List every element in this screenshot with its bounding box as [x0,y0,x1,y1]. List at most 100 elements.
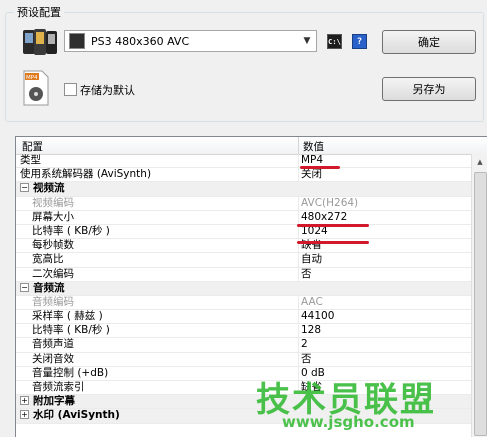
column-separator [298,267,299,282]
property-value[interactable]: 关闭 [301,168,322,181]
preset-select-value: PS3 480x360 AVC [91,34,190,48]
mp4-file-icon: MP4 [23,70,49,106]
column-separator [298,338,299,353]
row-label: 关闭音效 [32,352,74,365]
row-label: 二次编码 [32,267,74,280]
property-value[interactable]: 44100 [301,310,334,323]
column-separator [298,210,299,225]
property-name: 音频流索引 [32,381,85,394]
property-value[interactable]: AVC(H264) [301,197,358,210]
property-value[interactable]: 否 [301,268,312,281]
property-value[interactable]: 128 [301,324,321,337]
grid-property-row[interactable]: 宽高比 自动 [16,253,472,268]
property-value[interactable]: 2 [301,338,308,351]
property-name: 音频编码 [32,296,74,309]
property-name: 宽高比 [32,253,64,266]
grid-group-row[interactable]: − 视频流 [16,182,472,197]
column-separator [298,224,299,239]
ok-button[interactable]: 确定 [382,30,476,54]
grid-property-row[interactable]: 类型 MP4 [16,154,472,169]
group-name: + 水印 (AviSynth) [20,409,120,422]
row-label: 视频流 [33,182,65,195]
column-separator [298,352,299,367]
help-icon[interactable]: ? [352,34,367,49]
col-value-header[interactable]: 数值 [303,139,324,154]
property-name: 二次编码 [32,268,74,281]
property-value[interactable]: AAC [301,296,323,309]
grid-property-row[interactable]: 视频编码 AVC(H264) [16,196,472,211]
device-phones-icon [23,29,57,55]
command-line-icon[interactable]: C:\ [327,34,342,49]
column-separator [298,168,299,183]
property-name: 比特率 ( KB/秒 ) [32,324,110,337]
row-label: 宽高比 [32,253,64,266]
property-name: 类型 [20,154,41,167]
property-name: 音量控制 (+dB) [32,367,108,380]
property-value[interactable]: 否 [301,353,312,366]
row-label: 使用系统解码器 (AviSynth) [20,168,152,181]
property-value[interactable]: 480x272 [301,211,347,224]
row-label: 每秒帧数 [32,239,74,252]
save-as-button[interactable]: 另存为 [382,77,476,101]
row-label: 水印 (AviSynth) [33,409,120,422]
column-separator [298,295,299,310]
group-name: − 音频流 [20,282,65,295]
row-label: 比特率 ( KB/秒 ) [32,324,110,337]
highlight-underline-bitrate [297,241,369,244]
grid-property-row[interactable]: 屏幕大小 480x272 [16,210,472,225]
property-name: 比特率 ( KB/秒 ) [32,225,110,238]
row-label: 视频编码 [32,196,74,209]
column-separator [298,324,299,339]
watermark-url: www.jsgho.com [282,413,415,431]
grid-property-row[interactable]: 音频编码 AAC [16,295,472,311]
scroll-up-icon[interactable]: ▲ [472,154,487,170]
save-default-checkbox[interactable] [64,83,77,96]
property-value[interactable]: 自动 [301,253,322,266]
column-separator [298,154,299,168]
property-name: 采样率 ( 赫兹 ) [32,310,103,323]
column-separator [298,310,299,325]
save-default-label: 存储为默认 [80,84,135,97]
grid-property-row[interactable]: 比特率 ( KB/秒 ) 128 [16,324,472,339]
header-separator [298,137,299,154]
grid-property-row[interactable]: 音频声道 2 [16,338,472,353]
preset-groupbox [5,12,484,122]
row-label: 屏幕大小 [32,210,74,223]
group-name: − 视频流 [20,182,65,195]
preset-select[interactable]: PS3 480x360 AVC ▼ [64,30,317,52]
collapse-icon[interactable]: − [20,183,29,193]
row-label: 音频声道 [32,338,74,351]
scrollbar-thumb[interactable] [474,172,487,436]
vertical-scrollbar[interactable]: ▲ [471,154,487,437]
grid-property-row[interactable]: 二次编码 否 [16,267,472,282]
property-name: 关闭音效 [32,353,74,366]
grid-property-row[interactable]: 使用系统解码器 (AviSynth) 关闭 [16,168,472,183]
svg-text:MP4: MP4 [26,75,38,81]
grid-property-row[interactable]: 比特率 ( KB/秒 ) 1024 [16,224,472,240]
property-name: 视频编码 [32,197,74,210]
property-name: 音频声道 [32,338,74,351]
property-name: 每秒帧数 [32,239,74,252]
column-separator [298,196,299,211]
preset-group-title: 预设配置 [14,4,64,20]
highlight-underline-type [300,166,340,169]
row-label: 音频流索引 [32,381,85,393]
highlight-underline-screen [297,224,369,227]
expand-icon[interactable]: + [20,396,29,406]
chevron-down-icon[interactable]: ▼ [298,31,316,51]
grid-group-row[interactable]: − 音频流 [16,281,472,296]
row-label: 音量控制 (+dB) [32,366,109,379]
row-label: 音频流 [33,281,65,294]
grid-header: 配置 数值 [16,137,487,155]
group-name: + 附加字幕 [20,395,75,408]
row-label: 类型 [20,154,41,166]
property-name: 屏幕大小 [32,211,74,224]
grid-property-row[interactable]: 每秒帧数 缺省 [16,239,472,254]
expand-icon[interactable]: + [20,410,29,420]
collapse-icon[interactable]: − [20,282,29,292]
grid-property-row[interactable]: 采样率 ( 赫兹 ) 44100 [16,310,472,325]
grid-property-row[interactable]: 关闭音效 否 [16,352,472,367]
row-label: 采样率 ( 赫兹 ) [32,310,103,323]
row-label: 音频编码 [32,295,74,308]
col-name-header[interactable]: 配置 [22,139,43,154]
